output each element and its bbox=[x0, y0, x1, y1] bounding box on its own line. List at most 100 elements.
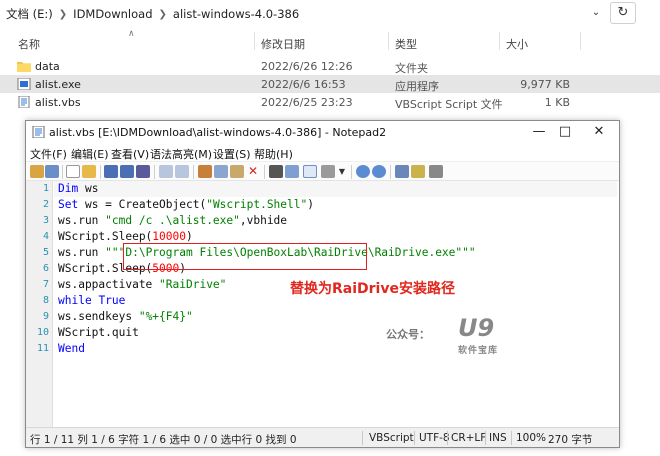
code-line: WScript.Sleep(10000) bbox=[58, 230, 193, 243]
folder-icon bbox=[17, 62, 31, 72]
file-row-data[interactable]: data 2022/6/26 12:26 文件夹 bbox=[0, 57, 660, 75]
cut-icon[interactable] bbox=[198, 165, 212, 178]
code-keyword: Wend bbox=[58, 342, 85, 355]
line-number: 8 bbox=[42, 295, 49, 306]
code-number: 10000 bbox=[152, 230, 186, 243]
minimize-button[interactable]: — bbox=[526, 123, 552, 141]
status-eol[interactable]: CR+LF bbox=[451, 432, 486, 444]
menu-syntax[interactable]: 语法高亮(M) bbox=[150, 146, 212, 162]
exe-file-icon bbox=[17, 78, 31, 90]
breadcrumb-idmdownload[interactable]: IDMDownload bbox=[73, 7, 152, 21]
menu-file[interactable]: 文件(F) bbox=[30, 146, 67, 162]
file-date: 2022/6/6 16:53 bbox=[261, 78, 346, 91]
menu-view[interactable]: 查看(V) bbox=[111, 146, 149, 162]
print-icon[interactable] bbox=[136, 165, 150, 178]
code-text: ,vbhide bbox=[239, 214, 288, 227]
new-file-icon[interactable] bbox=[66, 165, 80, 178]
file-row-alist-exe[interactable]: alist.exe 2022/6/6 16:53 应用程序 9,977 KB bbox=[0, 75, 660, 93]
line-number: 1 bbox=[42, 183, 49, 194]
code-text: ws.run bbox=[58, 214, 106, 227]
settings-icon[interactable] bbox=[429, 165, 443, 178]
column-divider[interactable] bbox=[254, 32, 255, 50]
replace-icon[interactable] bbox=[285, 165, 299, 178]
file-date: 2022/6/25 23:23 bbox=[261, 96, 353, 109]
status-divider bbox=[447, 431, 448, 445]
file-size: 1 KB bbox=[544, 96, 570, 109]
code-text: ) bbox=[307, 198, 314, 211]
menu-help[interactable]: 帮助(H) bbox=[254, 146, 293, 162]
menu-edit[interactable]: 编辑(E) bbox=[71, 146, 109, 162]
notepad-app-icon bbox=[32, 126, 45, 138]
title-bar[interactable]: alist.vbs [E:\IDMDownload\alist-windows-… bbox=[26, 121, 619, 143]
column-divider[interactable] bbox=[499, 32, 500, 50]
column-divider[interactable] bbox=[580, 32, 581, 50]
save-as-icon[interactable] bbox=[120, 165, 134, 178]
file-row-alist-vbs[interactable]: alist.vbs 2022/6/25 23:23 VBScript Scrip… bbox=[0, 93, 660, 111]
toolbar-separator bbox=[100, 165, 101, 179]
word-wrap-icon[interactable] bbox=[303, 165, 317, 178]
breadcrumb-drive[interactable]: 文档 (E:) bbox=[6, 6, 53, 22]
file-name: alist.vbs bbox=[35, 96, 81, 109]
delete-icon[interactable]: ✕ bbox=[246, 165, 260, 178]
status-ins[interactable]: INS bbox=[489, 432, 507, 444]
editor[interactable]: 1 2 3 4 5 6 7 8 9 10 11 Dim ws Set ws = … bbox=[26, 181, 619, 427]
paste-icon[interactable] bbox=[230, 165, 244, 178]
script-file-icon bbox=[18, 96, 30, 108]
toolbar-separator bbox=[390, 165, 391, 179]
column-name[interactable]: 名称 bbox=[18, 36, 40, 52]
code-text: ws.run bbox=[58, 246, 106, 259]
maximize-button[interactable]: □ bbox=[552, 123, 578, 141]
zoom-out-icon[interactable] bbox=[372, 165, 386, 178]
redo-icon[interactable] bbox=[175, 165, 189, 178]
code-line: ws.sendkeys "%+{F4}" bbox=[58, 310, 193, 323]
customize-icon[interactable] bbox=[411, 165, 425, 178]
chevron-down-icon[interactable]: ⌄ bbox=[586, 4, 606, 22]
open-recent-icon[interactable] bbox=[30, 165, 44, 178]
column-size[interactable]: 大小 bbox=[506, 36, 528, 52]
status-divider bbox=[362, 431, 363, 445]
breadcrumb-alist-folder[interactable]: alist-windows-4.0-386 bbox=[173, 7, 299, 21]
file-type: VBScript Script 文件 bbox=[395, 98, 503, 111]
code-text: ws = CreateObject( bbox=[78, 198, 207, 211]
status-zoom[interactable]: 100% bbox=[516, 432, 546, 444]
code-line: Wend bbox=[58, 342, 85, 355]
line-number: 10 bbox=[36, 327, 49, 338]
status-bytes: 270 字节 bbox=[548, 434, 593, 446]
close-button[interactable]: ✕ bbox=[586, 123, 612, 141]
line-number: 11 bbox=[36, 343, 49, 354]
scheme-icon[interactable] bbox=[395, 165, 409, 178]
watermark-subtitle: 软件宝库 bbox=[458, 346, 499, 356]
status-language[interactable]: VBScript bbox=[369, 432, 414, 444]
address-bar[interactable]: 文档 (E:) ❯ IDMDownload ❯ alist-windows-4.… bbox=[0, 0, 660, 28]
undo-icon[interactable] bbox=[159, 165, 173, 178]
copy-icon[interactable] bbox=[214, 165, 228, 178]
chevron-right-icon: ❯ bbox=[158, 8, 167, 20]
line-number: 9 bbox=[42, 311, 49, 322]
toolbar-separator bbox=[154, 165, 155, 179]
status-encoding[interactable]: UTF-8 bbox=[419, 432, 450, 444]
browse-icon[interactable] bbox=[45, 165, 59, 178]
code-keyword: Dim bbox=[58, 182, 79, 195]
code-line: while True bbox=[58, 294, 125, 307]
code-text: ws.sendkeys bbox=[58, 310, 139, 323]
code-line: WScript.quit bbox=[58, 326, 139, 339]
zoom-in-icon[interactable] bbox=[356, 165, 370, 178]
code-text: WScript.Sleep( bbox=[58, 230, 153, 243]
chevron-down-icon[interactable]: ▼ bbox=[335, 165, 349, 178]
refresh-icon[interactable]: ↻ bbox=[610, 2, 636, 24]
column-type[interactable]: 类型 bbox=[395, 36, 417, 52]
column-date[interactable]: 修改日期 bbox=[261, 36, 305, 52]
sort-up-icon: ∧ bbox=[128, 29, 135, 39]
list-icon[interactable] bbox=[321, 165, 335, 178]
open-file-icon[interactable] bbox=[82, 165, 96, 178]
line-number: 7 bbox=[42, 279, 49, 290]
code-keyword: while bbox=[58, 294, 92, 307]
find-icon[interactable] bbox=[269, 165, 283, 178]
file-date: 2022/6/26 12:26 bbox=[261, 60, 353, 73]
watermark-logo: U9 bbox=[458, 314, 495, 342]
column-divider[interactable] bbox=[388, 32, 389, 50]
menu-settings[interactable]: 设置(S) bbox=[213, 146, 251, 162]
save-icon[interactable] bbox=[104, 165, 118, 178]
toolbar-separator bbox=[264, 165, 265, 179]
status-divider bbox=[414, 431, 415, 445]
